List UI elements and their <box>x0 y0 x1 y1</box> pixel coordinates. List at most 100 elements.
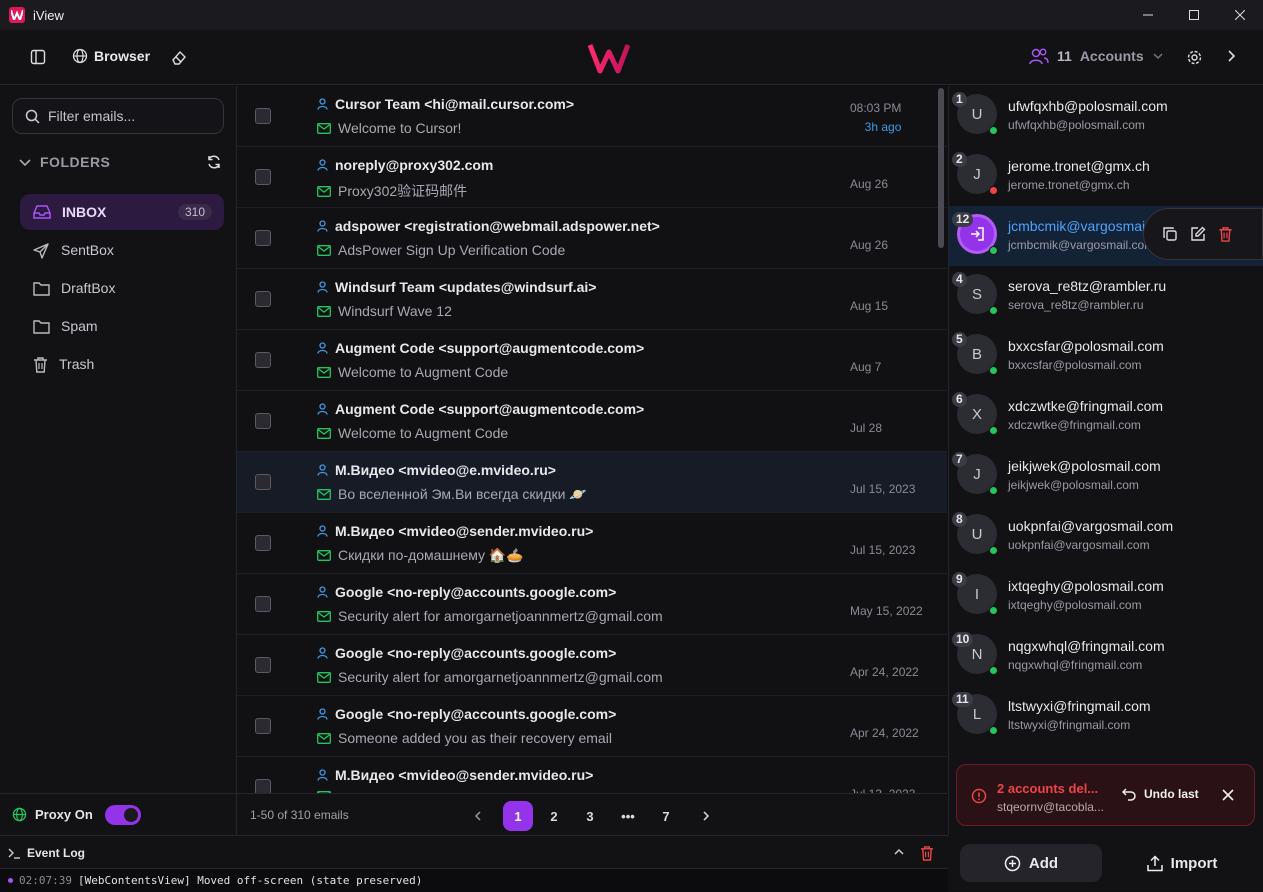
filter-emails-input[interactable] <box>48 108 208 124</box>
page-button[interactable]: 7 <box>651 801 681 831</box>
account-email: xdczwtke@fringmail.com <box>1008 418 1141 432</box>
minimize-button[interactable] <box>1125 0 1171 30</box>
avatar-initial: B <box>971 345 982 363</box>
undo-last-button[interactable]: Undo last <box>1122 787 1199 801</box>
status-dot <box>989 246 998 255</box>
next-page-button[interactable] <box>691 801 721 831</box>
close-window-button[interactable] <box>1217 0 1263 30</box>
status-dot <box>989 366 998 375</box>
email-row[interactable]: noreply@proxy302.com Proxy302验证码邮件 Aug 26 <box>237 147 947 208</box>
email-row[interactable]: adspower <registration@webmail.adspower.… <box>237 208 947 269</box>
event-log-header[interactable]: Event Log <box>8 846 85 860</box>
email-row[interactable]: Google <no-reply@accounts.google.com> Som… <box>237 696 947 757</box>
account-item[interactable]: I 9 ixtqeghy@polosmail.com ixtqeghy@polosma… <box>949 566 1263 626</box>
user-icon <box>317 159 328 171</box>
status-dot <box>989 546 998 555</box>
email-checkbox[interactable] <box>255 169 271 185</box>
account-name: ltstwyxi@fringmail.com <box>1008 698 1151 714</box>
sender-text: Windsurf Team <updates@windsurf.ai> <box>335 279 597 295</box>
settings-gear-icon[interactable] <box>1186 49 1203 66</box>
chevron-up-icon[interactable] <box>893 846 905 858</box>
email-checkbox[interactable] <box>255 352 271 368</box>
account-item[interactable]: J 7 jeikjwek@polosmail.com jeikjwek@polosma… <box>949 446 1263 506</box>
folder-spam[interactable]: Spam <box>20 308 224 344</box>
folder-trash[interactable]: Trash <box>20 346 224 382</box>
email-subject: Welcome to Augment Code <box>317 425 508 441</box>
folders-header[interactable]: FOLDERS <box>18 154 222 170</box>
account-item[interactable]: X 6 xdczwtke@fringmail.com xdczwtke@fringma… <box>949 386 1263 446</box>
email-checkbox[interactable] <box>255 657 271 673</box>
date-text: Aug 15 <box>850 299 889 313</box>
account-email: ufwfqxhb@polosmail.com <box>1008 118 1145 132</box>
refresh-icon[interactable] <box>206 154 222 170</box>
account-email: ixtqeghy@polosmail.com <box>1008 598 1142 612</box>
scrollbar-thumb[interactable] <box>938 88 944 248</box>
status-dot <box>989 666 998 675</box>
sender-text: М.Видео <mvideo@sender.mvideo.ru> <box>335 523 594 539</box>
user-icon <box>317 769 328 781</box>
delete-icon[interactable] <box>1218 226 1233 242</box>
toast-detail: stqeornv@tacobla... <box>997 800 1104 814</box>
folder-draftbox[interactable]: DraftBox <box>20 270 224 306</box>
avatar-initial: N <box>971 645 983 663</box>
clear-log-trash-icon[interactable] <box>920 845 934 861</box>
email-sender: adspower <registration@webmail.adspower.… <box>317 218 660 234</box>
email-checkbox[interactable] <box>255 535 271 551</box>
email-row[interactable]: Cursor Team <hi@mail.cursor.com> Welcome … <box>237 86 947 147</box>
sidebar-toggle-icon[interactable] <box>30 49 46 65</box>
email-row[interactable]: Google <no-reply@accounts.google.com> Sec… <box>237 574 947 635</box>
email-sender: Windsurf Team <updates@windsurf.ai> <box>317 279 596 295</box>
maximize-button[interactable] <box>1171 0 1217 30</box>
sender-text: noreply@proxy302.com <box>335 157 494 173</box>
email-checkbox[interactable] <box>255 230 271 246</box>
account-item[interactable]: B 5 bxxcsfar@polosmail.com bxxcsfar@polosma… <box>949 326 1263 386</box>
email-sender: М.Видео <mvideo@sender.mvideo.ru> <box>317 767 593 783</box>
email-checkbox[interactable] <box>255 108 271 124</box>
page-button[interactable]: 2 <box>539 801 569 831</box>
account-name: ixtqeghy@polosmail.com <box>1008 578 1164 594</box>
title-bar: iView <box>0 0 1263 30</box>
browser-label: Browser <box>94 48 151 64</box>
email-row[interactable]: М.Видео <mvideo@e.mvideo.ru> Во вселенной… <box>237 452 947 513</box>
add-account-button[interactable]: Add <box>960 844 1102 882</box>
account-item[interactable]: N 10 nqgxwhql@fringmail.com nqgxwhql@fringm… <box>949 626 1263 686</box>
email-sender: М.Видео <mvideo@sender.mvideo.ru> <box>317 523 593 539</box>
status-dot <box>989 606 998 615</box>
copy-icon[interactable] <box>1162 226 1178 242</box>
email-sender: Google <no-reply@accounts.google.com> <box>317 706 616 722</box>
page-button[interactable]: 1 <box>503 801 533 831</box>
account-item[interactable]: S 4 serova_re8tz@rambler.ru serova_re8tz@ra… <box>949 266 1263 326</box>
chevron-right-icon[interactable] <box>1224 49 1238 63</box>
email-checkbox[interactable] <box>255 413 271 429</box>
subject-text: Security alert for amorgarnetjoannmertz@… <box>338 669 663 685</box>
close-icon[interactable] <box>1222 789 1234 801</box>
browser-button[interactable]: Browser <box>72 48 150 64</box>
email-row[interactable]: Google <no-reply@accounts.google.com> Sec… <box>237 635 947 696</box>
email-sender: Google <no-reply@accounts.google.com> <box>317 584 616 600</box>
email-checkbox[interactable] <box>255 291 271 307</box>
email-checkbox[interactable] <box>255 718 271 734</box>
email-row[interactable]: М.Видео <mvideo@sender.mvideo.ru> Скидки … <box>237 513 947 574</box>
email-row[interactable]: Augment Code <support@augmentcode.com> We… <box>237 391 947 452</box>
email-date: Apr 24, 2022 <box>850 726 919 740</box>
email-row[interactable]: Augment Code <support@augmentcode.com> We… <box>237 330 947 391</box>
email-checkbox[interactable] <box>255 474 271 490</box>
account-item[interactable]: U 8 uokpnfai@vargosmail.com uokpnfai@vargos… <box>949 506 1263 566</box>
page-button[interactable]: 3 <box>575 801 605 831</box>
accounts-dropdown[interactable]: 11 Accounts <box>1029 47 1164 65</box>
folder-sentbox[interactable]: SentBox <box>20 232 224 268</box>
import-button[interactable]: Import <box>1111 844 1253 882</box>
eraser-icon[interactable] <box>170 49 187 66</box>
proxy-toggle[interactable] <box>104 804 141 825</box>
account-item[interactable]: J 2 jerome.tronet@gmx.ch jerome.tronet@gmx.… <box>949 146 1263 206</box>
avatar-initial: J <box>973 165 981 183</box>
account-item[interactable]: L 11 ltstwyxi@fringmail.com ltstwyxi@fringm… <box>949 686 1263 746</box>
edit-icon[interactable] <box>1190 226 1206 242</box>
avatar-initial: I <box>974 585 980 603</box>
account-name: nqgxwhql@fringmail.com <box>1008 638 1165 654</box>
email-checkbox[interactable] <box>255 596 271 612</box>
email-row[interactable]: Windsurf Team <updates@windsurf.ai> Winds… <box>237 269 947 330</box>
folder-inbox[interactable]: INBOX 310 <box>20 194 224 230</box>
prev-page-button[interactable] <box>463 801 493 831</box>
account-item[interactable]: U 1 ufwfqxhb@polosmail.com ufwfqxhb@polosma… <box>949 86 1263 146</box>
